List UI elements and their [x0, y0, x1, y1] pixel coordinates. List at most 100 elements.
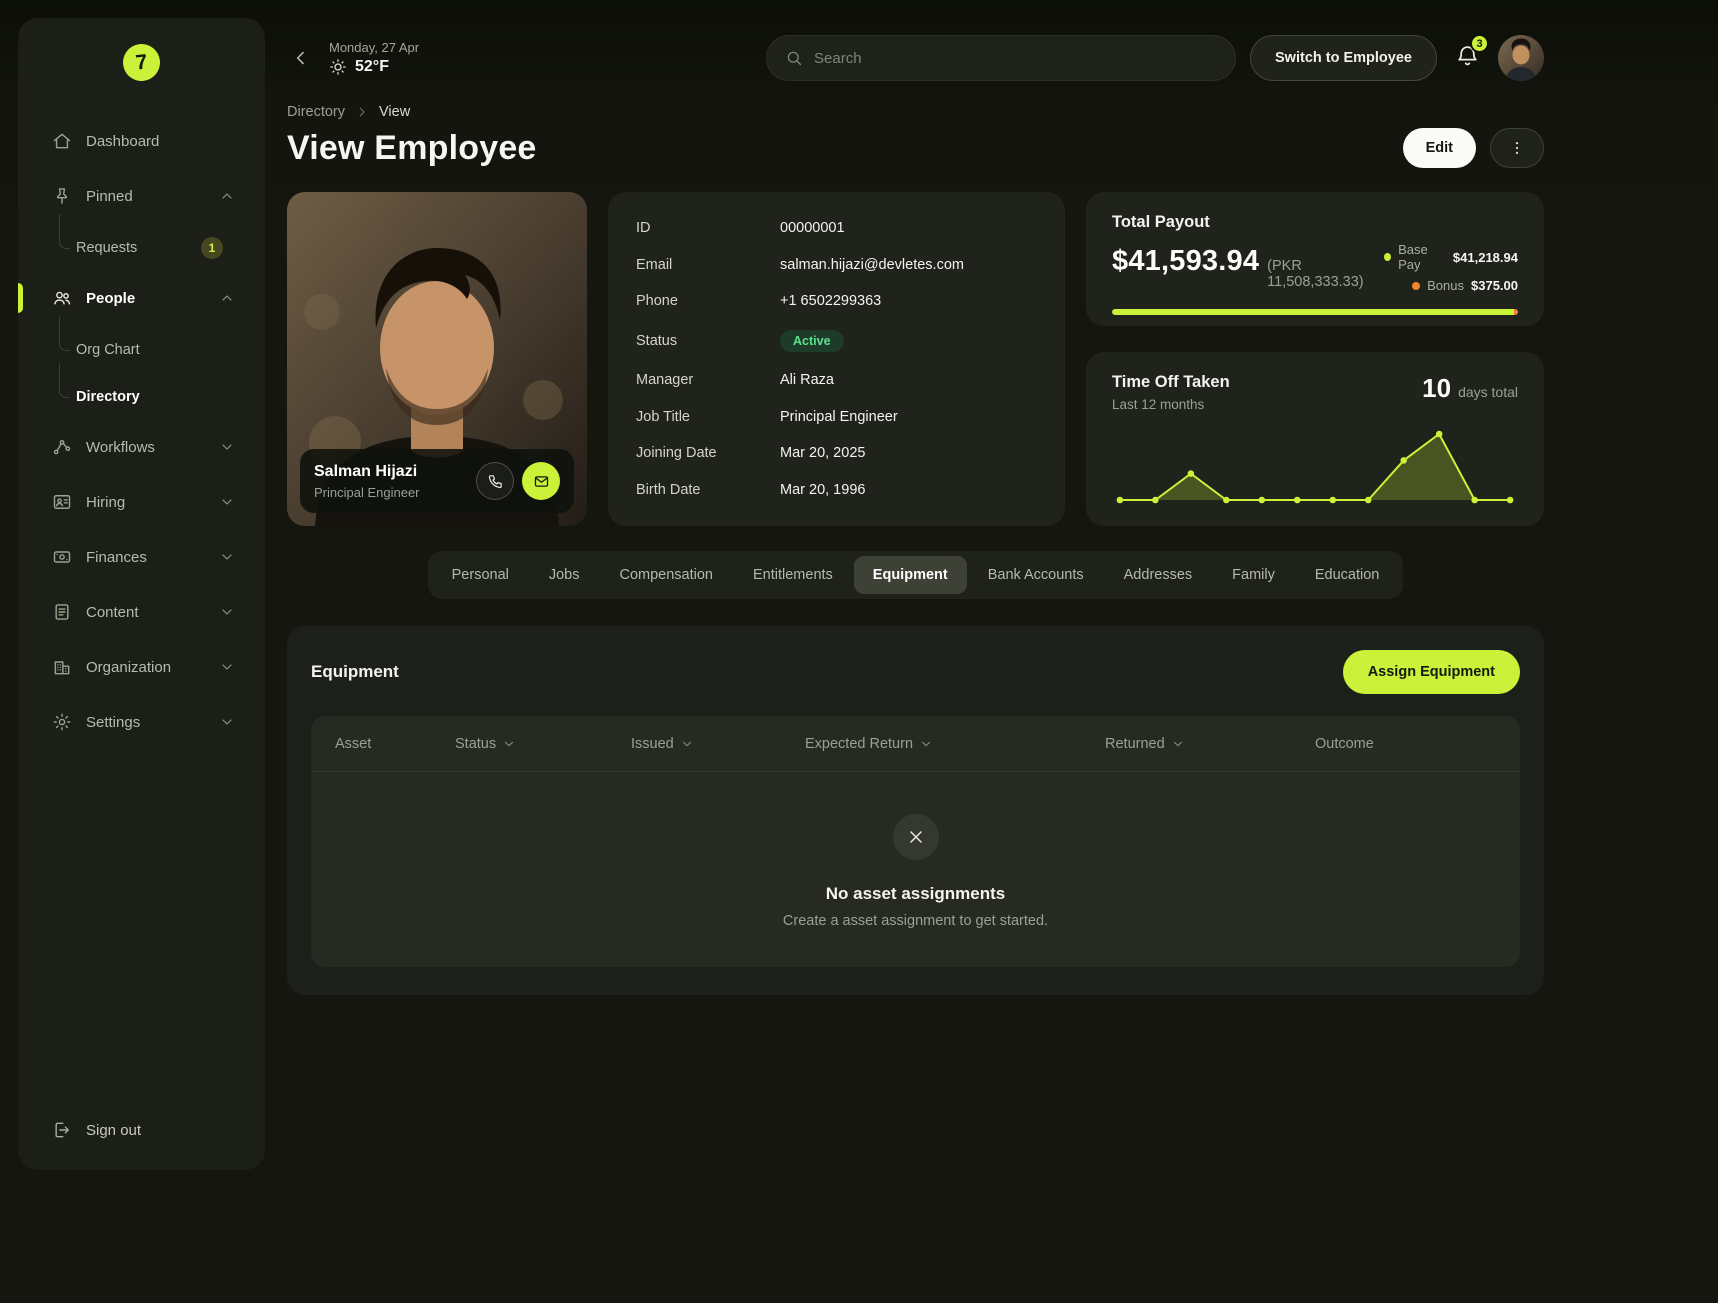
sidebar-item-label: Org Chart: [76, 342, 140, 358]
payout-progress-bar: [1112, 309, 1518, 315]
sidebar-item-dashboard[interactable]: Dashboard: [18, 118, 265, 164]
column-header-issued[interactable]: Issued: [631, 736, 805, 752]
legend-bonus: Bonus $375.00: [1412, 278, 1518, 293]
sidebar-item-finances[interactable]: Finances: [18, 534, 265, 580]
chevron-down-icon: [219, 659, 235, 675]
notification-count-badge: 3: [1470, 34, 1489, 53]
dots-vertical-icon: [1508, 139, 1526, 157]
payout-amount-pkr: (PKR 11,508,333.33): [1267, 258, 1384, 290]
employee-name: Salman Hijazi: [314, 463, 420, 481]
logo[interactable]: 7: [121, 42, 162, 83]
payout-bar-bonus: [1514, 309, 1518, 315]
employee-name-card: Salman Hijazi Principal Engineer: [300, 449, 574, 513]
sidebar-item-label: Requests: [76, 240, 137, 256]
detail-row-manager: Manager Ali Raza: [636, 372, 1037, 388]
detail-row-birth-date: Birth Date Mar 20, 1996: [636, 482, 1037, 498]
sidebar-item-label: Pinned: [86, 188, 133, 205]
topbar: Monday, 27 Apr 52°F Switch to Employee: [287, 30, 1544, 86]
detail-row-status: Status Active: [636, 330, 1037, 352]
notifications-button[interactable]: 3: [1453, 41, 1482, 75]
email-button[interactable]: [522, 462, 560, 500]
avatar-image: [1498, 35, 1544, 81]
column-header-status[interactable]: Status: [455, 736, 631, 752]
column-header-expected-return[interactable]: Expected Return: [805, 736, 1105, 752]
chevron-down-icon: [502, 737, 516, 751]
building-icon: [52, 657, 72, 677]
detail-value: Mar 20, 2025: [780, 445, 865, 461]
employee-role: Principal Engineer: [314, 485, 420, 500]
employee-summary-row: Salman Hijazi Principal Engineer: [287, 192, 1544, 526]
user-avatar[interactable]: [1498, 35, 1544, 81]
back-button[interactable]: [287, 44, 315, 72]
sidebar-item-pinned[interactable]: Pinned: [18, 173, 265, 219]
detail-value: salman.hijazi@devletes.com: [780, 257, 964, 273]
sidebar-item-hiring[interactable]: Hiring: [18, 479, 265, 525]
tab-entitlements[interactable]: Entitlements: [734, 556, 852, 594]
sidebar-item-label: Organization: [86, 659, 171, 676]
tab-compensation[interactable]: Compensation: [601, 556, 733, 594]
timeoff-subtitle: Last 12 months: [1112, 397, 1230, 412]
sidebar-item-label: Hiring: [86, 494, 125, 511]
hiring-icon: [52, 492, 72, 512]
signout-button[interactable]: Sign out: [18, 1100, 265, 1170]
tab-equipment[interactable]: Equipment: [854, 556, 967, 594]
sidebar-item-label: People: [86, 290, 135, 307]
detail-value: +1 6502299363: [780, 293, 881, 309]
tab-bank-accounts[interactable]: Bank Accounts: [969, 556, 1103, 594]
detail-label: ID: [636, 220, 780, 236]
chevron-up-icon: [219, 290, 235, 306]
tab-education[interactable]: Education: [1296, 556, 1399, 594]
breadcrumb-directory[interactable]: Directory: [287, 104, 345, 120]
detail-value: Mar 20, 1996: [780, 482, 865, 498]
topbar-actions: Switch to Employee 3: [1250, 35, 1544, 81]
tab-personal[interactable]: Personal: [433, 556, 528, 594]
assign-equipment-button[interactable]: Assign Equipment: [1343, 650, 1520, 694]
bonus-dot: [1412, 282, 1420, 290]
chevron-right-icon: [355, 105, 369, 119]
home-icon: [52, 131, 72, 151]
base-pay-dot: [1384, 253, 1391, 261]
detail-label: Status: [636, 333, 780, 349]
employee-details-card: ID 00000001 Email salman.hijazi@devletes…: [608, 192, 1065, 526]
more-options-button[interactable]: [1490, 128, 1544, 168]
breadcrumb-view: View: [379, 104, 410, 120]
pin-icon: [52, 186, 72, 206]
detail-value: Ali Raza: [780, 372, 834, 388]
chevron-down-icon: [219, 714, 235, 730]
payout-bar-base: [1112, 309, 1514, 315]
date-label: Monday, 27 Apr: [329, 40, 419, 55]
people-icon: [52, 288, 72, 308]
tab-family[interactable]: Family: [1213, 556, 1294, 594]
stats-column: Total Payout $41,593.94 (PKR 11,508,333.…: [1086, 192, 1544, 526]
sidebar-item-directory[interactable]: Directory: [18, 377, 265, 417]
timeoff-total: 10: [1422, 373, 1451, 404]
chevron-down-icon: [219, 549, 235, 565]
sidebar-item-people[interactable]: People: [18, 275, 265, 321]
detail-label: Joining Date: [636, 445, 780, 461]
sidebar-item-settings[interactable]: Settings: [18, 699, 265, 745]
edit-button[interactable]: Edit: [1403, 128, 1476, 168]
total-payout-card: Total Payout $41,593.94 (PKR 11,508,333.…: [1086, 192, 1544, 326]
sidebar-item-content[interactable]: Content: [18, 589, 265, 635]
search-input[interactable]: [814, 50, 1217, 67]
column-header-returned[interactable]: Returned: [1105, 736, 1315, 752]
workflow-icon: [52, 437, 72, 457]
call-button[interactable]: [476, 462, 514, 500]
tab-jobs[interactable]: Jobs: [530, 556, 599, 594]
payout-amount: $41,593.94: [1112, 245, 1259, 278]
sidebar-item-label: Dashboard: [86, 133, 159, 150]
detail-label: Job Title: [636, 409, 780, 425]
sidebar-item-label: Finances: [86, 549, 147, 566]
column-header-outcome: Outcome: [1315, 736, 1496, 752]
requests-count-badge: 1: [201, 237, 223, 259]
switch-to-employee-button[interactable]: Switch to Employee: [1250, 35, 1437, 81]
chevron-up-icon: [219, 188, 235, 204]
page-title: View Employee: [287, 129, 537, 168]
tab-addresses[interactable]: Addresses: [1105, 556, 1212, 594]
sidebar-item-requests[interactable]: Requests 1: [18, 228, 265, 268]
sidebar-item-organization[interactable]: Organization: [18, 644, 265, 690]
chevron-down-icon: [919, 737, 933, 751]
detail-label: Manager: [636, 372, 780, 388]
sidebar-item-workflows[interactable]: Workflows: [18, 424, 265, 470]
sidebar-item-org-chart[interactable]: Org Chart: [18, 330, 265, 370]
